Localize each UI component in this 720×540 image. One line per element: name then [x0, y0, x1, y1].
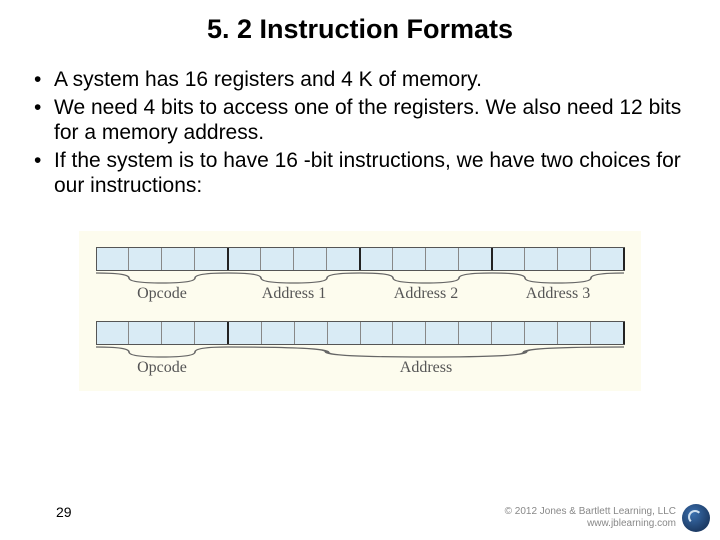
bit-cell [229, 248, 262, 270]
field-label: Address 2 [394, 285, 458, 303]
field-label: Address 3 [526, 285, 590, 303]
bit-cell [229, 322, 262, 344]
field-label: Opcode [137, 285, 187, 303]
bit-cell [492, 322, 525, 344]
bit-cell [295, 322, 328, 344]
bit-cell [262, 322, 295, 344]
bit-cell [459, 248, 493, 270]
bit-cell [261, 248, 294, 270]
bit-cell [493, 248, 526, 270]
bit-cell [97, 248, 130, 270]
field-label: Opcode [137, 359, 187, 377]
list-item: If the system is to have 16 -bit instruc… [28, 148, 692, 199]
field-group: Address [228, 345, 624, 377]
bit-cell [558, 248, 591, 270]
bit-cell [459, 322, 492, 344]
field-group: Opcode [96, 271, 228, 303]
field-group: Address 1 [228, 271, 360, 303]
bit-cell [195, 248, 229, 270]
bit-cell [328, 322, 361, 344]
bit-cell [558, 322, 591, 344]
bit-cell [591, 322, 625, 344]
bit-cell [525, 248, 558, 270]
bit-cell [195, 322, 229, 344]
bit-cell [591, 248, 625, 270]
bit-cell [97, 322, 130, 344]
bit-cell [327, 248, 361, 270]
bullet-list: A system has 16 registers and 4 K of mem… [28, 67, 692, 199]
list-item: A system has 16 registers and 4 K of mem… [28, 67, 692, 93]
field-label: Address [400, 359, 452, 377]
page-number: 29 [56, 504, 72, 520]
field-group: Address 2 [360, 271, 492, 303]
footer: © 2012 Jones & Bartlett Learning, LLC ww… [505, 504, 710, 532]
bit-cell [361, 248, 394, 270]
brace-row: Opcode Address [96, 345, 624, 377]
bit-cell [393, 248, 426, 270]
copyright-text: © 2012 Jones & Bartlett Learning, LLC [505, 506, 676, 518]
bit-cell [426, 322, 459, 344]
list-item: We need 4 bits to access one of the regi… [28, 95, 692, 146]
bit-cells [96, 247, 625, 271]
bit-cell [129, 322, 162, 344]
footer-url: www.jblearning.com [505, 518, 676, 530]
bit-cells [96, 321, 625, 345]
bit-cell [162, 248, 195, 270]
page-title: 5. 2 Instruction Formats [0, 0, 720, 45]
bit-row-2: Opcode Address [91, 321, 629, 377]
instruction-format-diagram: Opcode Address 1 Address 2 Address 3 Opcode… [79, 231, 641, 391]
field-label: Address 1 [262, 285, 326, 303]
field-group: Address 3 [492, 271, 624, 303]
bit-cell [393, 322, 426, 344]
bit-cell [129, 248, 162, 270]
bit-cell [525, 322, 558, 344]
bit-cell [426, 248, 459, 270]
bit-cell [361, 322, 394, 344]
publisher-logo-icon [682, 504, 710, 532]
bit-cell [294, 248, 327, 270]
bit-row-1: Opcode Address 1 Address 2 Address 3 [91, 247, 629, 303]
brace-row: Opcode Address 1 Address 2 Address 3 [96, 271, 624, 303]
slide: 5. 2 Instruction Formats A system has 16… [0, 0, 720, 540]
field-group: Opcode [96, 345, 228, 377]
bit-cell [162, 322, 195, 344]
